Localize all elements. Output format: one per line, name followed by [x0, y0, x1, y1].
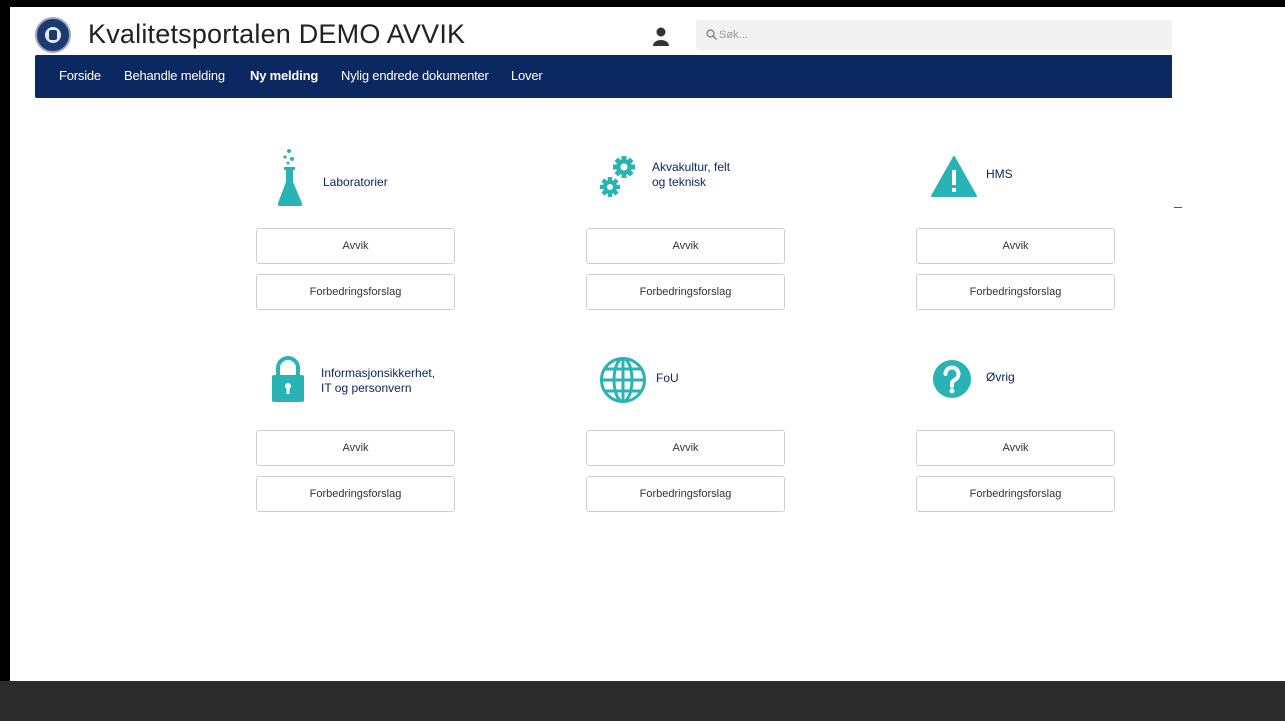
category-label-informasjonsikkerhet: Informasjonsikkerhet, IT og personvern: [321, 366, 436, 395]
gears-icon: [600, 156, 635, 197]
category-label-fou: FoU: [656, 371, 679, 385]
category-label-hms: HMS: [986, 167, 1013, 181]
laboratorier-forbedringsforslag-button[interactable]: Forbedringsforslag: [256, 274, 455, 310]
category-label-laboratorier: Laboratorier: [323, 175, 388, 189]
flask-icon: [277, 149, 303, 206]
institution-logo[interactable]: [35, 17, 71, 53]
nav-item-nylig-endrede-dokumenter[interactable]: Nylig endrede dokumenter: [341, 68, 489, 83]
page: Kvalitetsportalen DEMO AVVIK Forside Beh…: [10, 7, 1285, 681]
nav-item-ny-melding[interactable]: Ny melding: [250, 68, 318, 83]
akvakultur-forbedringsforslag-button[interactable]: Forbedringsforslag: [586, 274, 785, 310]
akvakultur-avvik-button[interactable]: Avvik: [586, 228, 785, 264]
informasjonsikkerhet-avvik-button[interactable]: Avvik: [256, 430, 455, 466]
laboratorier-avvik-button[interactable]: Avvik: [256, 228, 455, 264]
globe-icon: [600, 357, 646, 403]
warning-triangle-icon: [931, 156, 977, 197]
fou-forbedringsforslag-button[interactable]: Forbedringsforslag: [586, 476, 785, 512]
lock-icon: [272, 356, 304, 402]
nav-item-behandle-melding[interactable]: Behandle melding: [124, 68, 225, 83]
hms-avvik-button[interactable]: Avvik: [916, 228, 1115, 264]
hms-forbedringsforslag-button[interactable]: Forbedringsforslag: [916, 274, 1115, 310]
nav-item-lover[interactable]: Lover: [511, 68, 543, 83]
ovrig-forbedringsforslag-button[interactable]: Forbedringsforslag: [916, 476, 1115, 512]
search-input[interactable]: [719, 24, 1159, 46]
category-label-akvakultur: Akvakultur, felt og teknisk: [652, 160, 731, 189]
user-icon[interactable]: [653, 26, 669, 46]
nav-item-forside[interactable]: Forside: [59, 68, 101, 83]
divider-mark: [1174, 207, 1182, 208]
taskbar: [0, 681, 1285, 721]
main-nav: Forside Behandle melding Ny melding Nyli…: [35, 55, 1172, 98]
informasjonsikkerhet-forbedringsforslag-button[interactable]: Forbedringsforslag: [256, 476, 455, 512]
search-box[interactable]: [696, 20, 1172, 50]
question-circle-icon: [933, 360, 971, 398]
search-icon: [706, 29, 717, 40]
app-title: Kvalitetsportalen DEMO AVVIK: [88, 19, 466, 49]
category-label-ovrig: Øvrig: [986, 370, 1015, 384]
fou-avvik-button[interactable]: Avvik: [586, 430, 785, 466]
ovrig-avvik-button[interactable]: Avvik: [916, 430, 1115, 466]
